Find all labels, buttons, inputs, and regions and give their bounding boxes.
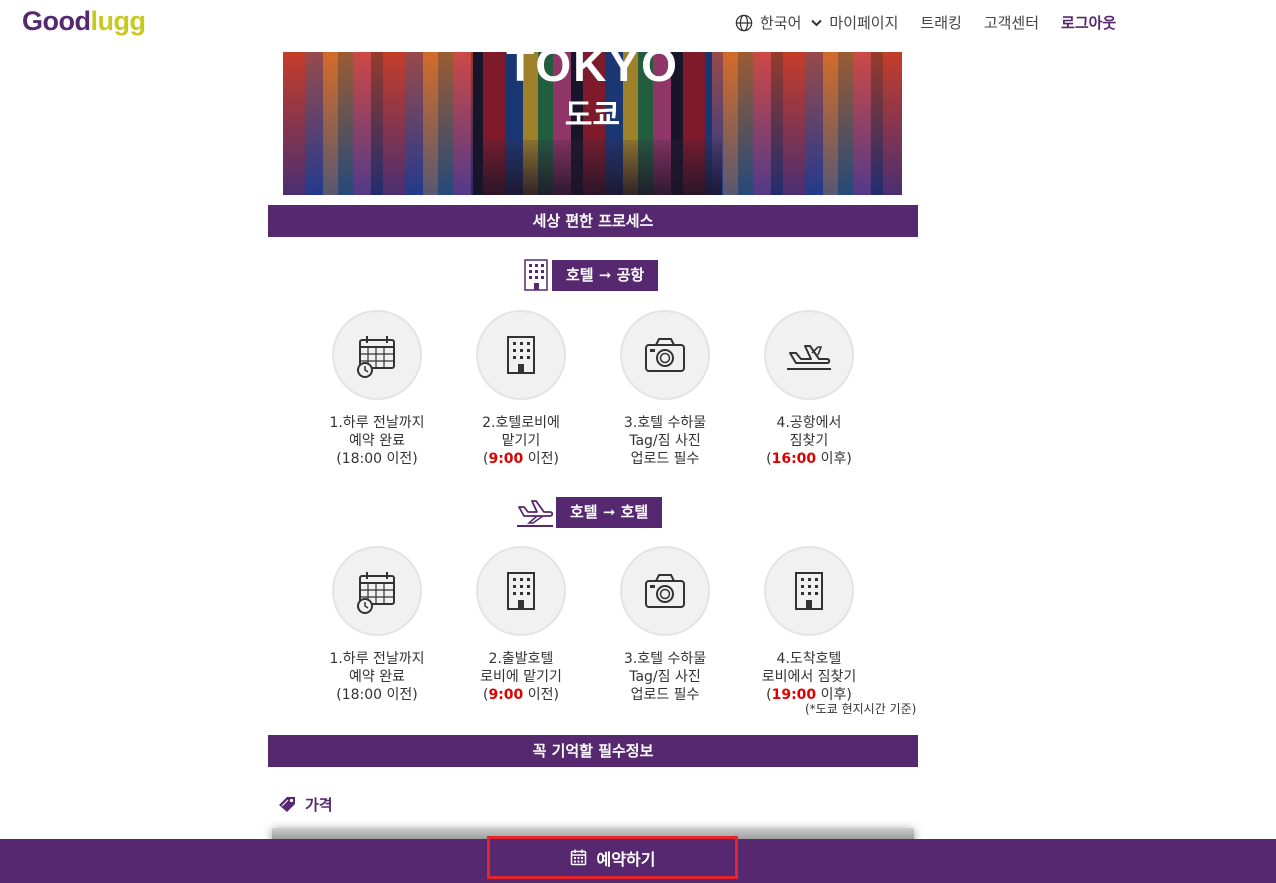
time-highlight: 9:00 bbox=[488, 687, 524, 703]
calendar-icon bbox=[357, 572, 395, 614]
price-tag-icon bbox=[279, 797, 295, 812]
time-highlight: 16:00 bbox=[771, 451, 817, 467]
step-icon-circle bbox=[476, 310, 566, 400]
camera-icon bbox=[645, 574, 685, 608]
calendar-icon bbox=[570, 849, 586, 866]
step-icon-circle bbox=[332, 310, 422, 400]
calendar-icon bbox=[357, 336, 395, 378]
nav-mypage[interactable]: 마이페이지 bbox=[829, 12, 898, 33]
hero-title-ko: 도쿄 bbox=[564, 98, 621, 133]
hotel-building-icon bbox=[524, 259, 548, 291]
camera-icon bbox=[645, 338, 685, 372]
building-icon bbox=[795, 572, 823, 610]
hero-title-en: TOKYO bbox=[506, 52, 679, 91]
logo-good-text: Good bbox=[22, 6, 91, 36]
chevron-down-icon bbox=[811, 19, 823, 26]
globe-icon bbox=[735, 14, 753, 31]
step-icon-circle bbox=[764, 546, 854, 636]
step-caption: 4.공항에서 짐찾기 (16:00 이후) bbox=[724, 414, 894, 468]
price-label: 가격 bbox=[305, 796, 333, 814]
top-header: Goodlugg 한국어 마이페이지 트래킹 고객센터 로그아웃 bbox=[0, 0, 1276, 46]
language-label: 한국어 bbox=[760, 14, 802, 32]
caption-line: 4.공항에서 bbox=[776, 415, 842, 431]
hero-banner: TOKYO 도쿄 bbox=[283, 52, 902, 195]
step-caption: 4.도착호텔 로비에서 짐찾기 (19:00 이후) bbox=[724, 650, 894, 704]
reserve-label: 예약하기 bbox=[596, 849, 656, 869]
logo-lugg-text: lugg bbox=[90, 6, 146, 36]
hero-street bbox=[483, 140, 722, 195]
nav-tracking[interactable]: 트래킹 bbox=[920, 12, 961, 33]
reserve-button[interactable]: 예약하기 bbox=[487, 836, 738, 879]
time-suffix: 이전) bbox=[523, 687, 559, 703]
building-icon bbox=[507, 572, 535, 610]
timezone-note: (*도쿄 현지시간 기준) bbox=[805, 702, 917, 716]
price-row[interactable]: 가격 bbox=[278, 794, 333, 815]
time-highlight: 9:00 bbox=[488, 451, 524, 467]
caption-line: 로비에서 짐찾기 bbox=[761, 669, 857, 685]
step-icon-circle bbox=[620, 546, 710, 636]
route-hotel-hotel: 호텔 ➞ 호텔 bbox=[515, 496, 663, 528]
goodlugg-logo[interactable]: Goodlugg bbox=[22, 6, 146, 37]
airplane-landing-icon bbox=[787, 345, 831, 370]
step-icon-circle bbox=[332, 546, 422, 636]
step-icon-circle bbox=[764, 310, 854, 400]
top-nav: 한국어 마이페이지 트래킹 고객센터 로그아웃 bbox=[735, 12, 1116, 33]
step-icon-circle bbox=[476, 546, 566, 636]
caption-time-line: (16:00 이후) bbox=[724, 450, 894, 468]
building-icon bbox=[507, 336, 535, 374]
time-suffix: 이전) bbox=[523, 451, 559, 467]
step-icon-circle bbox=[620, 310, 710, 400]
caption-line: 4.도착호텔 bbox=[776, 651, 842, 667]
step-airport-pickup: 4.공항에서 짐찾기 (16:00 이후) bbox=[724, 310, 894, 468]
route-hotel-airport-label: 호텔 ➞ 공항 bbox=[552, 259, 659, 291]
time-suffix: 이후) bbox=[816, 451, 852, 467]
process-section-title: 세상 편한 프로세스 bbox=[268, 205, 918, 237]
step-destination-hotel-pickup: 4.도착호텔 로비에서 짐찾기 (19:00 이후) bbox=[724, 546, 894, 704]
caption-line: 짐찾기 bbox=[789, 433, 829, 449]
route-hotel-hotel-label: 호텔 ➞ 호텔 bbox=[556, 496, 663, 528]
nav-customer-center[interactable]: 고객센터 bbox=[984, 12, 1039, 33]
route-hotel-airport: 호텔 ➞ 공항 bbox=[523, 258, 659, 292]
airplane-icon bbox=[517, 500, 554, 527]
info-section-title: 꼭 기억할 필수정보 bbox=[268, 735, 918, 767]
nav-logout[interactable]: 로그아웃 bbox=[1061, 12, 1116, 33]
language-selector[interactable]: 한국어 bbox=[735, 12, 829, 33]
